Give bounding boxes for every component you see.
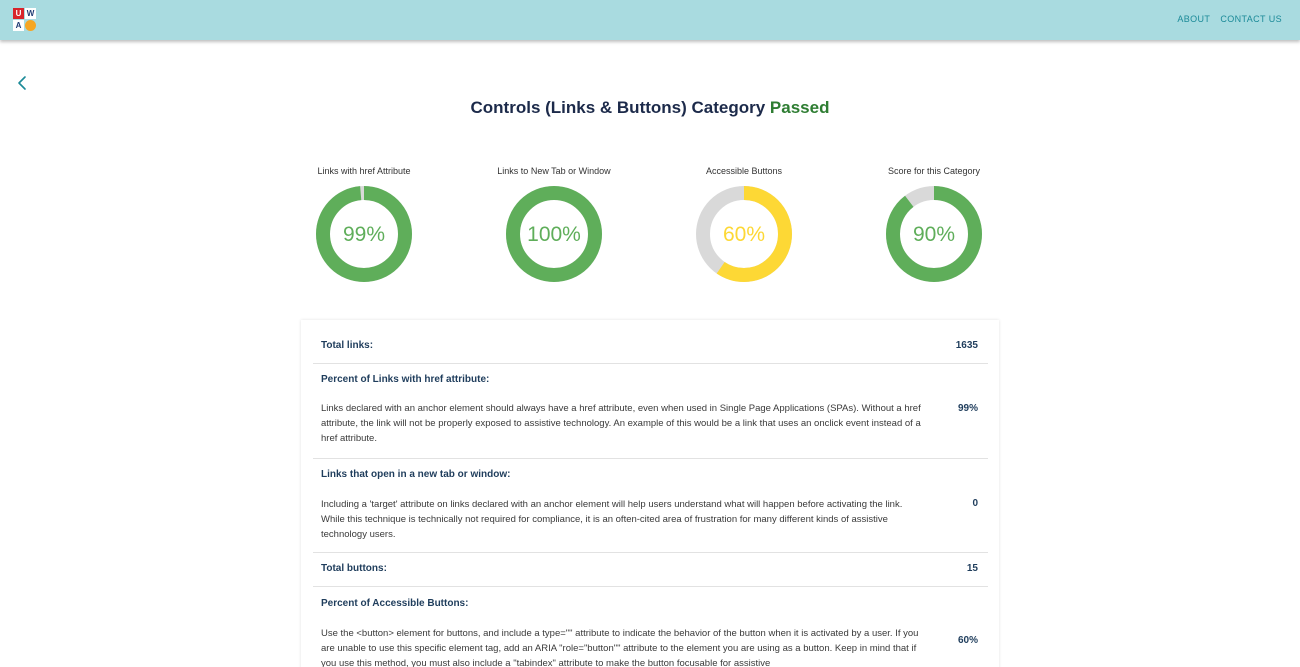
back-button[interactable] [15, 73, 31, 93]
gauge-accessible-buttons: Accessible Buttons 60% [654, 166, 834, 284]
donut-chart: 99% [316, 186, 412, 282]
category-status: Passed [769, 98, 830, 117]
row-accessible-buttons: Percent of Accessible Buttons: Use the <… [313, 587, 988, 667]
row-value: 1635 [955, 340, 978, 351]
row-label: Percent of Accessible Buttons: [321, 598, 469, 609]
gauge-label: Links with href Attribute [317, 166, 411, 176]
category-title: Controls (Links & Buttons) Category [470, 98, 766, 117]
row-total-buttons: Total buttons: 15 [313, 553, 988, 587]
row-label: Links that open in a new tab or window: [321, 469, 511, 480]
gauge-links-href: Links with href Attribute 99% [274, 166, 454, 284]
logo-letter-u: U [13, 8, 24, 19]
site-logo[interactable]: U W A [13, 8, 36, 32]
gauge-new-tab: Links to New Tab or Window 100% [464, 166, 644, 284]
top-nav: ABOUT CONTACT US [1177, 14, 1282, 24]
donut-chart: 100% [506, 186, 602, 282]
logo-circle [25, 20, 36, 31]
donut-chart: 90% [886, 186, 982, 282]
gauge-value: 100% [527, 223, 581, 246]
page-title: Controls (Links & Buttons) Category Pass… [0, 98, 1300, 118]
gauge-label: Accessible Buttons [705, 166, 783, 176]
top-app-bar: U W A ABOUT CONTACT US [0, 0, 1300, 40]
gauge-label: Links to New Tab or Window [497, 166, 611, 176]
row-total-links: Total links: 1635 [313, 330, 988, 364]
logo-letter-a: A [13, 20, 24, 31]
row-description: Links declared with an anchor element sh… [321, 403, 921, 444]
donut-chart: 60% [696, 186, 792, 282]
details-card: Total links: 1635 Percent of Links with … [301, 320, 999, 667]
gauge-value: 60% [723, 223, 765, 246]
gauge-value: 99% [343, 223, 385, 246]
row-description: Use the <button> element for buttons, an… [321, 628, 919, 667]
gauge-label: Score for this Category [887, 166, 981, 176]
row-href-percent: Percent of Links with href attribute: Li… [313, 364, 988, 459]
logo-letter-w: W [25, 8, 36, 19]
row-description: Including a 'target' attribute on links … [321, 499, 903, 540]
row-label: Total links: [321, 340, 374, 351]
row-new-tab: Links that open in a new tab or window: … [313, 459, 988, 553]
row-value: 99% [957, 403, 978, 414]
gauge-category-score: Score for this Category 90% [844, 166, 1024, 284]
row-value: 15 [966, 563, 978, 574]
row-value: 0 [972, 498, 978, 509]
row-label: Total buttons: [321, 563, 387, 574]
nav-contact-us-link[interactable]: CONTACT US [1220, 14, 1282, 24]
row-label: Percent of Links with href attribute: [321, 374, 490, 385]
nav-about-link[interactable]: ABOUT [1177, 14, 1210, 24]
chevron-left-icon [18, 76, 26, 90]
row-value: 60% [957, 635, 978, 646]
gauge-value: 90% [913, 223, 955, 246]
